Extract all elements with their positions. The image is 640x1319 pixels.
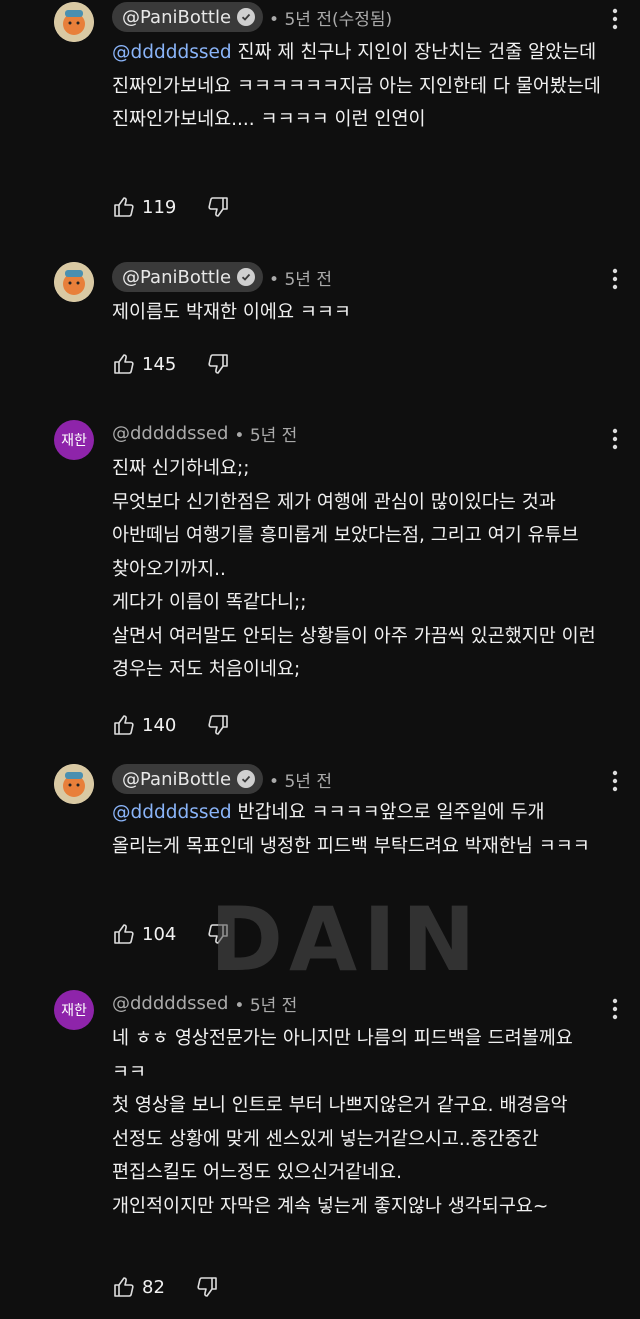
thumbs-up-icon[interactable]: [112, 922, 136, 946]
comment-header: @PaniBottle • 5년 전: [112, 262, 332, 292]
comment-body: 제이름도 박재한 이에요 ㅋㅋㅋ: [112, 302, 351, 323]
more-vert-icon[interactable]: [612, 428, 618, 450]
author-handle: @PaniBottle: [122, 768, 232, 790]
avatar[interactable]: 재한: [54, 990, 94, 1030]
verified-check-icon: [237, 8, 256, 26]
comment-header: @PaniBottle • 5년 전(수정됨): [112, 2, 392, 32]
author-chip[interactable]: @PaniBottle: [112, 764, 264, 794]
comment-time: • 5년 전: [234, 995, 298, 1016]
thumbs-up-icon[interactable]: [112, 352, 136, 376]
thumbs-down-icon[interactable]: [206, 195, 230, 219]
verified-check-icon: [237, 268, 256, 286]
mention-link[interactable]: @dddddssed: [112, 802, 232, 823]
thumbs-down-icon[interactable]: [195, 1275, 219, 1299]
more-vert-icon[interactable]: [612, 998, 618, 1020]
author-handle: @PaniBottle: [122, 6, 232, 28]
avatar[interactable]: [54, 262, 94, 302]
comment-text: @dddddssed 반갑네요 ㅋㅋㅋㅋ앞으로 일주일에 두개 올리는게 목표인…: [112, 796, 612, 863]
comment-header: @PaniBottle • 5년 전: [112, 764, 332, 794]
more-vert-icon[interactable]: [612, 770, 618, 792]
comment-header: @dddddssed • 5년 전: [112, 988, 297, 1018]
avatar[interactable]: [54, 764, 94, 804]
thumbs-up-icon[interactable]: [112, 713, 136, 737]
comment-actions: 82: [112, 1272, 219, 1302]
thumbs-down-icon[interactable]: [206, 713, 230, 737]
thumbs-up-icon[interactable]: [112, 1275, 136, 1299]
like-count: 82: [142, 1276, 165, 1298]
avatar[interactable]: 재한: [54, 420, 94, 460]
comment-actions: 119: [112, 192, 230, 222]
verified-check-icon: [237, 770, 256, 788]
more-vert-icon[interactable]: [612, 8, 618, 30]
mention-link[interactable]: @dddddssed: [112, 42, 232, 63]
author-handle[interactable]: @dddddssed: [112, 423, 228, 444]
author-chip[interactable]: @PaniBottle: [112, 2, 264, 32]
comment-text: 네 ㅎㅎ 영상전문가는 아니지만 나름의 피드백을 드려볼께요 ㅋㅋ 첫 영상을…: [112, 1022, 612, 1223]
comment-time: • 5년 전: [269, 269, 332, 290]
more-vert-icon[interactable]: [612, 268, 618, 290]
author-chip[interactable]: @PaniBottle: [112, 262, 264, 292]
comment-actions: 145: [112, 349, 230, 379]
comment-header: @dddddssed • 5년 전: [112, 418, 297, 448]
like-count: 145: [142, 353, 177, 375]
thumbs-up-icon[interactable]: [112, 195, 136, 219]
comment-text: @dddddssed 진짜 제 친구나 지인이 장난치는 건줄 알았는데 진짜인…: [112, 36, 612, 137]
like-count: 140: [142, 714, 177, 736]
like-count: 119: [142, 196, 177, 218]
like-count: 104: [142, 923, 177, 945]
comment-time: • 5년 전: [234, 425, 298, 446]
avatar[interactable]: [54, 2, 94, 42]
comment-time: • 5년 전(수정됨): [269, 9, 393, 30]
comment-actions: 140: [112, 710, 230, 740]
comment-text: 제이름도 박재한 이에요 ㅋㅋㅋ: [112, 296, 612, 330]
author-handle[interactable]: @dddddssed: [112, 993, 228, 1014]
comment-time: • 5년 전: [269, 771, 332, 792]
comment-body: 네 ㅎㅎ 영상전문가는 아니지만 나름의 피드백을 드려볼께요 ㅋㅋ 첫 영상을…: [112, 1028, 573, 1217]
watermark: DAIN: [210, 888, 482, 991]
comment-body: 진짜 신기하네요;; 무엇보다 신기한점은 제가 여행에 관심이 많이있다는 것…: [112, 458, 596, 680]
author-handle: @PaniBottle: [122, 266, 232, 288]
comment-text: 진짜 신기하네요;; 무엇보다 신기한점은 제가 여행에 관심이 많이있다는 것…: [112, 452, 612, 687]
thumbs-down-icon[interactable]: [206, 352, 230, 376]
